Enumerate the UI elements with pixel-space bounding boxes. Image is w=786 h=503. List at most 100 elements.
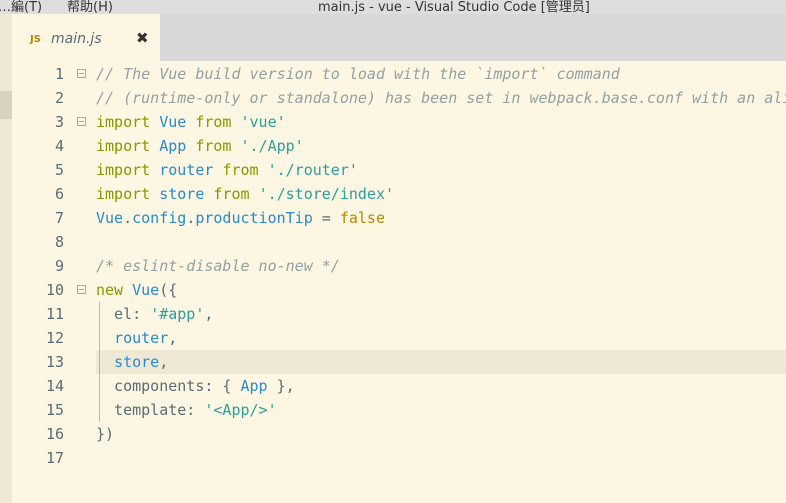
code-token: './router' <box>267 161 358 179</box>
code-token: new <box>96 281 124 299</box>
code-token: config <box>132 209 187 227</box>
code-line[interactable]: import store from './store/index' <box>96 182 394 206</box>
code-token: = <box>312 209 340 227</box>
code-line[interactable]: // (runtime-only or standalone) has been… <box>96 86 786 110</box>
line-number: 1 <box>54 65 64 83</box>
code-line[interactable]: new Vue({ <box>96 278 177 302</box>
code-token: }, <box>267 377 295 395</box>
line-number: 10 <box>45 281 64 299</box>
code-line[interactable]: el: '#app', <box>96 302 213 326</box>
menu-item-help[interactable]: 帮助(H) <box>67 0 113 14</box>
code-token: ({ <box>159 281 178 299</box>
menu-item-terminal[interactable]: …編(T) <box>0 0 42 14</box>
code-token: . <box>186 209 196 227</box>
code-token: App <box>240 377 268 395</box>
code-token: /* eslint-disable no-new */ <box>96 257 340 275</box>
code-token: from <box>195 137 232 155</box>
code-token: , <box>204 305 214 323</box>
code-token: store <box>159 185 205 203</box>
window-title: main.js - vue - Visual Studio Code [管理员] <box>318 0 590 14</box>
code-line[interactable]: import App from './App' <box>96 134 304 158</box>
code-token: productionTip <box>195 209 313 227</box>
line-number: 12 <box>45 329 64 347</box>
code-token: }) <box>96 425 115 443</box>
code-token: // The Vue build version to load with th… <box>96 65 620 83</box>
current-line-highlight <box>96 350 786 374</box>
js-file-icon: JS <box>30 34 41 45</box>
line-number: 13 <box>45 353 64 371</box>
fold-collapse-icon[interactable] <box>77 285 86 294</box>
code-line[interactable]: router, <box>96 326 177 350</box>
code-token: from <box>222 161 259 179</box>
code-editor[interactable]: 1 // The Vue build version to load with t… <box>12 61 786 503</box>
line-number: 15 <box>45 401 64 419</box>
code-line[interactable]: components: { App }, <box>96 374 295 398</box>
line-number: 14 <box>45 377 64 395</box>
code-token: // (runtime-only or standalone) has been… <box>96 89 786 107</box>
code-token: App <box>159 137 187 155</box>
code-token: from <box>213 185 250 203</box>
code-token: store <box>114 353 160 371</box>
code-line[interactable]: import router from './router' <box>96 158 358 182</box>
code-token: , <box>159 353 169 371</box>
line-number: 7 <box>54 209 64 227</box>
close-icon[interactable]: ✖ <box>136 29 149 47</box>
code-line[interactable]: import Vue from 'vue' <box>96 110 286 134</box>
code-token: import <box>96 137 151 155</box>
tab-label: main.js <box>51 31 102 47</box>
line-number: 6 <box>54 185 64 203</box>
code-token: , <box>168 329 178 347</box>
code-token: router <box>114 329 169 347</box>
activity-bar <box>0 14 12 503</box>
line-number: 5 <box>54 161 64 179</box>
code-token: '#app' <box>150 305 205 323</box>
code-token: 'vue' <box>240 113 286 131</box>
fold-collapse-icon[interactable] <box>77 117 86 126</box>
code-token: './store/index' <box>258 185 395 203</box>
code-token: from <box>195 113 232 131</box>
code-line[interactable]: Vue.config.productionTip = false <box>96 206 385 230</box>
line-number: 3 <box>54 113 64 131</box>
code-line[interactable]: /* eslint-disable no-new */ <box>96 254 340 278</box>
line-number: 16 <box>45 425 64 443</box>
code-token: './App' <box>240 137 304 155</box>
line-number: 11 <box>45 305 64 323</box>
code-token: import <box>96 185 151 203</box>
code-token: Vue <box>132 281 160 299</box>
line-number: 4 <box>54 137 64 155</box>
activity-bar-item[interactable] <box>0 91 12 119</box>
code-token: Vue <box>159 113 187 131</box>
title-bar: …編(T) 帮助(H) main.js - vue - Visual Studi… <box>0 0 786 14</box>
line-number: 17 <box>45 449 64 467</box>
code-line[interactable]: }) <box>96 422 114 446</box>
code-line[interactable]: // The Vue build version to load with th… <box>96 62 620 86</box>
code-token: template: <box>96 401 205 419</box>
code-token: import <box>96 113 151 131</box>
code-token: import <box>96 161 151 179</box>
indent-guide <box>99 302 100 422</box>
code-token: components: { <box>96 377 241 395</box>
fold-collapse-icon[interactable] <box>77 69 86 78</box>
code-line[interactable]: template: '<App/>' <box>96 398 277 422</box>
code-token: '<App/>' <box>204 401 277 419</box>
code-token: . <box>123 209 133 227</box>
tab-main-js[interactable]: JS main.js ✖ <box>12 14 160 61</box>
code-token: router <box>159 161 214 179</box>
line-number: 8 <box>54 233 64 251</box>
line-number: 2 <box>54 89 64 107</box>
code-line[interactable]: store, <box>96 350 168 374</box>
code-token: el: <box>96 305 151 323</box>
code-token: Vue <box>96 209 124 227</box>
line-number: 9 <box>54 257 64 275</box>
